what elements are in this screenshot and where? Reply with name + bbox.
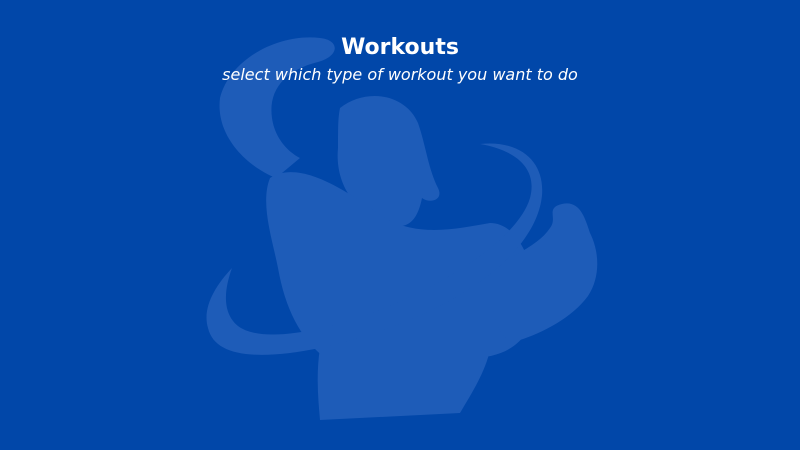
flexing-bodybuilder-logo-icon bbox=[206, 37, 598, 420]
page-subtitle: select which type of workout you want to… bbox=[222, 65, 578, 84]
workouts-screen: Workouts select which type of workout yo… bbox=[0, 0, 800, 450]
page-header: Workouts select which type of workout yo… bbox=[0, 34, 800, 86]
page-title: Workouts bbox=[341, 35, 459, 60]
